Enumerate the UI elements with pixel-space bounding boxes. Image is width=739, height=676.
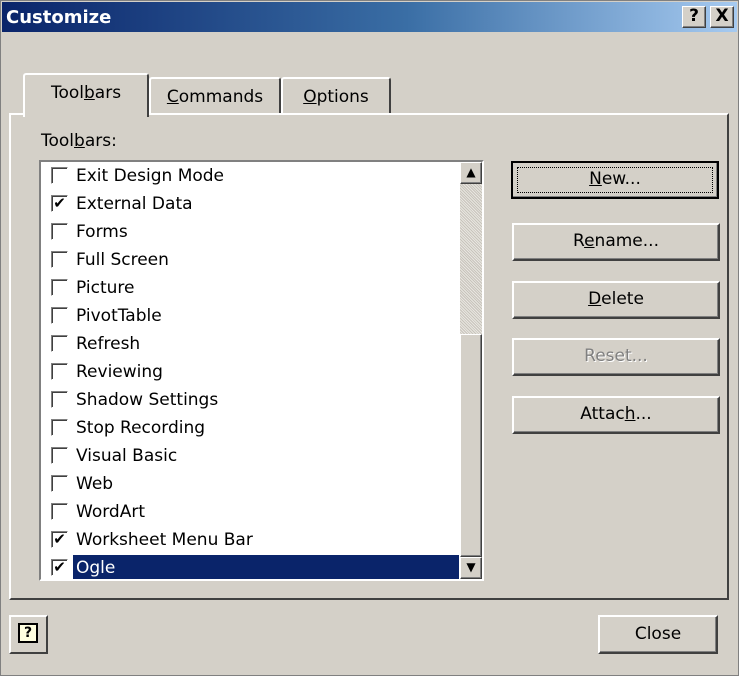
toolbar-name: Ogle <box>73 555 459 579</box>
arrow-up-icon: ▲ <box>466 165 476 179</box>
vertical-scrollbar[interactable]: ▲ ▼ <box>460 162 482 579</box>
help-button[interactable]: ? <box>9 615 48 654</box>
button-label: name... <box>594 231 659 251</box>
toolbars-listbox[interactable]: Exit Design Mode ✔ External Data Forms Full … <box>39 160 484 581</box>
customize-dialog: Customize ? X Toolbars Commands Options … <box>0 0 739 676</box>
list-item[interactable]: Visual Basic <box>41 443 461 471</box>
toolbar-name: Reviewing <box>76 362 163 382</box>
tab-commands[interactable]: Commands <box>149 77 281 117</box>
arrow-down-icon: ▼ <box>466 560 476 574</box>
window-title: Customize <box>6 7 112 28</box>
tab-label: ommands <box>178 87 264 107</box>
list-item[interactable]: Refresh <box>41 331 461 359</box>
button-accelerator: D <box>588 289 602 309</box>
button-accelerator: e <box>584 231 595 251</box>
toolbars-list-label: Toolbars: <box>41 131 117 151</box>
toolbar-checkbox[interactable] <box>51 447 68 464</box>
toolbar-name: Refresh <box>76 334 141 354</box>
toolbar-checkbox[interactable] <box>51 419 68 436</box>
scroll-up-button[interactable]: ▲ <box>460 162 482 184</box>
toolbar-name: WordArt <box>76 502 145 522</box>
button-accelerator: h <box>624 404 636 424</box>
label-accelerator: b <box>74 131 85 151</box>
tab-toolbars[interactable]: Toolbars <box>23 73 149 117</box>
toolbar-name: Picture <box>76 278 135 298</box>
toolbar-name: Shadow Settings <box>76 390 219 410</box>
toolbar-checkbox[interactable] <box>51 363 68 380</box>
button-label: Reset... <box>584 346 648 366</box>
toolbar-checkbox[interactable] <box>51 223 68 240</box>
tab-options[interactable]: Options <box>281 77 391 117</box>
list-item[interactable]: ✔ External Data <box>41 191 461 219</box>
focus-rect <box>517 167 713 193</box>
tab-accelerator: b <box>83 83 95 103</box>
attach-button[interactable]: Attach... <box>512 396 720 434</box>
tab-label: ars <box>94 83 122 103</box>
toolbars-list: Exit Design Mode ✔ External Data Forms Full … <box>41 163 461 579</box>
reset-button[interactable]: Reset... <box>512 338 720 376</box>
list-item[interactable]: Exit Design Mode <box>41 163 461 191</box>
toolbar-checkbox[interactable]: ✔ <box>51 531 68 548</box>
toolbar-name: Worksheet Menu Bar <box>76 530 253 550</box>
toolbar-name: Visual Basic <box>76 446 178 466</box>
new-button[interactable]: New... <box>511 161 719 199</box>
toolbar-checkbox[interactable] <box>51 167 68 184</box>
button-label: elete <box>601 289 644 309</box>
tab-accelerator: O <box>303 87 317 107</box>
context-help-button[interactable]: ? <box>682 6 706 28</box>
scroll-down-button[interactable]: ▼ <box>460 557 482 579</box>
toolbar-name: Full Screen <box>76 250 169 270</box>
toolbar-name: Stop Recording <box>76 418 206 438</box>
tab-label: Tool <box>50 83 84 103</box>
list-item[interactable]: Shadow Settings <box>41 387 461 415</box>
toolbar-checkbox[interactable] <box>51 307 68 324</box>
toolbar-checkbox[interactable] <box>51 251 68 268</box>
label-text: ars: <box>84 131 117 151</box>
toolbar-checkbox[interactable] <box>51 279 68 296</box>
toolbar-checkbox[interactable] <box>51 335 68 352</box>
toolbar-name: Forms <box>76 222 128 242</box>
close-icon: X <box>715 6 729 26</box>
question-icon: ? <box>689 6 699 26</box>
delete-button[interactable]: Delete <box>512 281 720 319</box>
button-label: Attac <box>580 404 625 424</box>
toolbar-checkbox[interactable]: ✔ <box>51 559 68 576</box>
rename-button[interactable]: Rename... <box>512 223 720 261</box>
toolbar-checkbox[interactable] <box>51 503 68 520</box>
list-item[interactable]: ✔ Worksheet Menu Bar <box>41 527 461 555</box>
list-item[interactable]: PivotTable <box>41 303 461 331</box>
button-label: ... <box>635 404 652 424</box>
toolbar-name: External Data <box>76 194 193 214</box>
tab-label: ptions <box>316 87 369 107</box>
tab-accelerator: C <box>166 87 179 107</box>
toolbar-checkbox[interactable] <box>51 475 68 492</box>
toolbar-checkbox[interactable] <box>51 391 68 408</box>
toolbar-name: Web <box>76 474 114 494</box>
list-item[interactable]: Web <box>41 471 461 499</box>
list-item[interactable]: Stop Recording <box>41 415 461 443</box>
help-icon: ? <box>18 623 38 643</box>
list-item[interactable]: WordArt <box>41 499 461 527</box>
list-item[interactable]: ✔ Ogle <box>41 555 461 579</box>
list-item[interactable]: Reviewing <box>41 359 461 387</box>
close-button[interactable]: Close <box>598 615 718 654</box>
button-label: R <box>573 231 585 251</box>
list-item[interactable]: Full Screen <box>41 247 461 275</box>
title-bar[interactable]: Customize ? X <box>2 2 737 32</box>
list-item[interactable]: Forms <box>41 219 461 247</box>
close-button-label: Close <box>634 624 682 644</box>
scroll-thumb[interactable] <box>460 334 482 557</box>
label-text: Tool <box>41 131 75 151</box>
toolbar-name: PivotTable <box>76 306 162 326</box>
list-item[interactable]: Picture <box>41 275 461 303</box>
toolbar-checkbox[interactable]: ✔ <box>51 195 68 212</box>
toolbar-name: Exit Design Mode <box>76 166 225 186</box>
close-window-button[interactable]: X <box>710 6 734 28</box>
